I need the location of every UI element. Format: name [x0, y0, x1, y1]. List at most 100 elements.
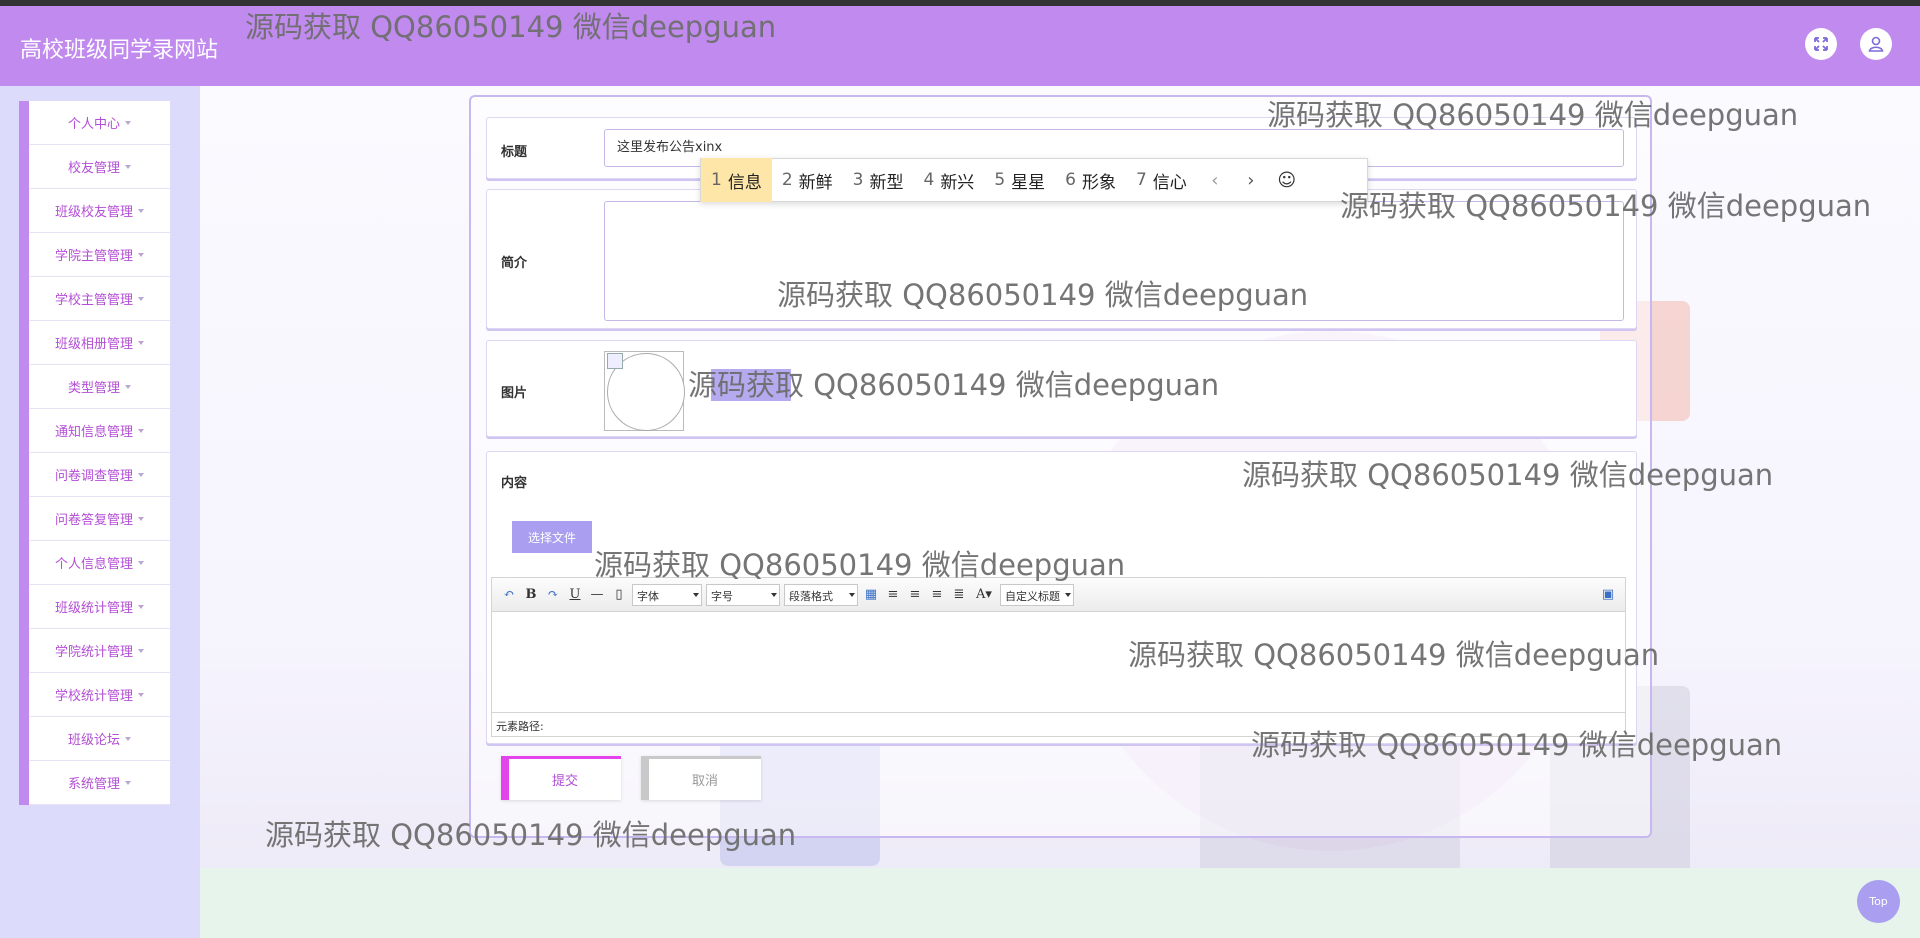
- submit-button[interactable]: 提交: [501, 756, 621, 800]
- sidebar-item-personal-center[interactable]: 个人中心: [29, 101, 170, 145]
- fullscreen-icon[interactable]: [1805, 28, 1837, 60]
- fullscreen-editor-icon[interactable]: ▣: [1597, 584, 1619, 606]
- sidebar-item-label: 班级论坛: [67, 733, 120, 748]
- sidebar-item-personal-info[interactable]: 个人信息管理: [29, 541, 170, 585]
- sidebar-item-system[interactable]: 系统管理: [29, 761, 170, 805]
- ime-candidate-text: 信心: [1152, 172, 1187, 193]
- caret-down-icon: [138, 252, 144, 257]
- ime-candidate-number: 2: [781, 170, 793, 190]
- sidebar-item-class-stats[interactable]: 班级统计管理: [29, 585, 170, 629]
- caret-down-icon: [138, 340, 144, 345]
- ime-candidate-number: 6: [1065, 170, 1076, 190]
- caret-down-icon: [138, 428, 144, 433]
- ime-candidate-bar: 1 信息 2 新鲜 3 新型 4 新兴 5 星星 6 形象 7 信心 ‹ › ☺: [700, 158, 1368, 202]
- sidebar-item-label: 个人中心: [67, 117, 120, 132]
- underline-icon[interactable]: U: [564, 584, 586, 606]
- sidebar-item-school-stats[interactable]: 学校统计管理: [29, 673, 170, 717]
- choose-file-button[interactable]: 选择文件: [512, 521, 592, 553]
- sidebar-item-class-alumni[interactable]: 班级校友管理: [29, 189, 170, 233]
- ime-emoji-icon[interactable]: ☺: [1269, 158, 1305, 202]
- caret-down-icon: [138, 208, 144, 213]
- justify-icon[interactable]: ≣: [948, 584, 970, 606]
- horizontal-rule-icon[interactable]: —: [586, 584, 608, 606]
- ime-candidate-number: 1: [711, 170, 722, 190]
- watermark-text: 源码获取 QQ86050149 微信deepguan: [594, 548, 1126, 582]
- ime-candidate[interactable]: 3 新型: [843, 158, 914, 202]
- sidebar-item-class-album[interactable]: 班级相册管理: [29, 321, 170, 365]
- ime-next-icon[interactable]: ›: [1233, 158, 1269, 202]
- custom-title-select[interactable]: 自定义标题: [1000, 583, 1074, 606]
- ime-candidate-text: 新鲜: [798, 172, 833, 193]
- caret-down-icon: [125, 736, 131, 741]
- caret-down-icon: [138, 560, 144, 565]
- ime-candidate-number: 3: [852, 170, 864, 190]
- ime-candidate[interactable]: 1 信息: [701, 158, 772, 202]
- align-left-icon[interactable]: ≡: [882, 584, 904, 606]
- ime-candidate-text: 新型: [869, 172, 904, 193]
- ime-candidate-number: 5: [994, 170, 1006, 190]
- content-row: 内容 选择文件 ↶ B ↷ U — ▯ 字体 字号 段落格式 ▦ ≡ ≡ ≡ ≣…: [486, 451, 1637, 744]
- watermark-text: 源码获取 QQ86050149 微信deepguan: [688, 368, 1220, 402]
- table-icon[interactable]: ▦: [860, 584, 882, 606]
- sidebar-item-notice[interactable]: 通知信息管理: [29, 409, 170, 453]
- align-right-icon[interactable]: ≡: [904, 584, 926, 606]
- ime-candidate[interactable]: 6 形象: [1055, 158, 1126, 202]
- font-color-icon[interactable]: A▾: [970, 584, 998, 606]
- font-size-select[interactable]: 字号: [706, 583, 780, 606]
- user-icon[interactable]: [1860, 28, 1892, 60]
- undo-icon[interactable]: ↶: [498, 584, 520, 606]
- sidebar-item-college-stats[interactable]: 学院统计管理: [29, 629, 170, 673]
- caret-down-icon: [138, 516, 144, 521]
- sidebar-item-label: 校友管理: [67, 161, 120, 176]
- sidebar-item-alumni[interactable]: 校友管理: [29, 145, 170, 189]
- ime-prev-icon[interactable]: ‹: [1197, 158, 1233, 202]
- watermark-text: 源码获取 QQ86050149 微信deepguan: [1251, 728, 1783, 762]
- ime-candidate[interactable]: 2 新鲜: [772, 158, 843, 202]
- back-to-top-button[interactable]: Top: [1857, 880, 1900, 923]
- paste-plain-icon[interactable]: ▯: [608, 584, 630, 606]
- paragraph-format-select[interactable]: 段落格式: [784, 583, 858, 606]
- caret-down-icon: [125, 780, 131, 785]
- sidebar-item-label: 学院主管管理: [54, 249, 133, 264]
- watermark-text: 源码获取 QQ86050149 微信deepguan: [265, 818, 797, 852]
- bold-icon[interactable]: B: [520, 584, 542, 606]
- ime-candidate-text: 形象: [1081, 172, 1116, 193]
- sidebar-item-college-admin[interactable]: 学院主管管理: [29, 233, 170, 277]
- redo-icon[interactable]: ↷: [542, 584, 564, 606]
- title-label: 标题: [501, 145, 528, 160]
- sidebar-item-label: 系统管理: [67, 777, 120, 792]
- image-preview[interactable]: [604, 351, 685, 431]
- sidebar-menu: 个人中心 校友管理 班级校友管理 学院主管管理 学校主管管理 班级相册管理 类型…: [19, 101, 170, 805]
- sidebar-item-label: 个人信息管理: [54, 557, 133, 572]
- watermark-text: 源码获取 QQ86050149 微信deepguan: [1128, 638, 1660, 672]
- sidebar-item-label: 学院统计管理: [54, 645, 133, 660]
- ime-candidate[interactable]: 7 信心: [1126, 158, 1197, 202]
- caret-down-icon: [138, 604, 144, 609]
- font-family-select[interactable]: 字体: [632, 583, 702, 606]
- sidebar-item-school-admin[interactable]: 学校主管管理: [29, 277, 170, 321]
- ime-candidate-text: 星星: [1011, 172, 1046, 193]
- sidebar-item-label: 问卷答复管理: [54, 513, 133, 528]
- watermark-text: 源码获取 QQ86050149 微信deepguan: [1267, 98, 1799, 132]
- ime-candidate-text: 信息: [727, 172, 762, 193]
- ime-candidate[interactable]: 5 星星: [984, 158, 1055, 202]
- sidebar-item-type[interactable]: 类型管理: [29, 365, 170, 409]
- intro-label: 简介: [501, 256, 528, 271]
- footer-strip: [200, 868, 1920, 938]
- sidebar-item-class-forum[interactable]: 班级论坛: [29, 717, 170, 761]
- sidebar-item-label: 通知信息管理: [54, 425, 133, 440]
- caret-down-icon: [138, 296, 144, 301]
- sidebar-item-label: 问卷调查管理: [54, 469, 133, 484]
- cancel-button[interactable]: 取消: [641, 756, 761, 800]
- align-center-icon[interactable]: ≡: [926, 584, 948, 606]
- ime-candidate-number: 4: [923, 170, 935, 190]
- watermark-text: 源码获取 QQ86050149 微信deepguan: [1340, 189, 1872, 223]
- caret-down-icon: [138, 648, 144, 653]
- sidebar-item-label: 学校主管管理: [54, 293, 133, 308]
- site-title: 高校班级同学录网站: [20, 38, 219, 63]
- sidebar-item-survey-reply[interactable]: 问卷答复管理: [29, 497, 170, 541]
- content-label: 内容: [501, 476, 528, 491]
- caret-down-icon: [138, 472, 144, 477]
- ime-candidate[interactable]: 4 新兴: [913, 158, 984, 202]
- sidebar-item-survey[interactable]: 问卷调查管理: [29, 453, 170, 497]
